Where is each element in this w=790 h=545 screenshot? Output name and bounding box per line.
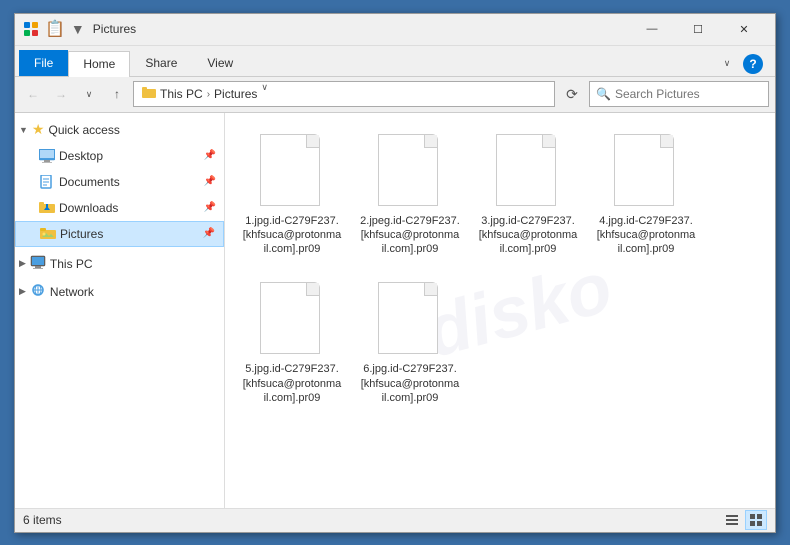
- file-page-3: [496, 134, 556, 206]
- search-input[interactable]: [615, 87, 762, 101]
- file-page-2: [378, 134, 438, 206]
- file-page-6: [378, 282, 438, 354]
- sidebar-item-documents[interactable]: Documents 📌: [15, 169, 224, 195]
- address-dropdown-button[interactable]: ∨: [77, 82, 101, 106]
- refresh-button[interactable]: ⟳: [559, 81, 585, 107]
- grid-view-button[interactable]: [745, 510, 767, 530]
- sidebar: ▼ ★ Quick access Desktop 📌: [15, 113, 225, 508]
- file-page-5: [260, 282, 320, 354]
- file-name-3: 3.jpg.id-C279F237.[khfsuca@protonmail.co…: [478, 214, 578, 257]
- window-icon: [23, 21, 39, 37]
- file-item-3[interactable]: 3.jpg.id-C279F237.[khfsuca@protonmail.co…: [473, 125, 583, 266]
- downloads-label: Downloads: [59, 201, 200, 215]
- quick-access-label: Quick access: [48, 123, 119, 137]
- path-icon: [142, 86, 156, 103]
- list-view-button[interactable]: [721, 510, 743, 530]
- up-button[interactable]: ↑: [105, 82, 129, 106]
- quick-access-star-icon: ★: [32, 121, 45, 138]
- close-button[interactable]: ✕: [721, 13, 767, 45]
- file-page-4: [614, 134, 674, 206]
- pictures-folder-icon: [40, 226, 56, 242]
- path-sep-1: ›: [207, 89, 210, 100]
- tab-home[interactable]: Home: [68, 51, 130, 77]
- address-path[interactable]: This PC › Pictures ∨: [133, 81, 555, 107]
- file-name-1: 1.jpg.id-C279F237.[khfsuca@protonmail.co…: [242, 214, 342, 257]
- view-controls: [721, 510, 767, 530]
- window-title: Pictures: [93, 22, 629, 36]
- desktop-label: Desktop: [59, 149, 200, 163]
- status-bar: 6 items: [15, 508, 775, 532]
- sidebar-item-pictures[interactable]: Pictures 📌: [15, 221, 224, 247]
- title-bar-icons: 📋 ▼: [23, 19, 85, 39]
- search-box[interactable]: 🔍: [589, 81, 769, 107]
- pictures-label: Pictures: [60, 227, 199, 241]
- file-name-5: 5.jpg.id-C279F237.[khfsuca@protonmail.co…: [242, 362, 342, 405]
- this-pc-label: This PC: [50, 257, 93, 271]
- item-count: 6 items: [23, 513, 62, 527]
- ribbon-tabs: File Home Share View ∨ ?: [15, 46, 775, 76]
- pictures-pin: 📌: [203, 228, 215, 239]
- title-bar-controls: — ☐ ✕: [629, 13, 767, 45]
- file-name-2: 2.jpeg.id-C279F237.[khfsuca@protonmail.c…: [360, 214, 460, 257]
- file-icon-6: [378, 282, 442, 358]
- sidebar-item-desktop[interactable]: Desktop 📌: [15, 143, 224, 169]
- this-pc-icon: [30, 255, 46, 272]
- file-item-5[interactable]: 5.jpg.id-C279F237.[khfsuca@protonmail.co…: [237, 273, 347, 414]
- file-icon-3: [496, 134, 560, 210]
- explorer-window: 📋 ▼ Pictures — ☐ ✕ File Home Share View …: [14, 13, 776, 533]
- minimize-button[interactable]: —: [629, 13, 675, 45]
- ribbon-expand-button[interactable]: ∨: [715, 52, 739, 76]
- tab-view[interactable]: View: [192, 50, 248, 76]
- file-name-4: 4.jpg.id-C279F237.[khfsuca@protonmail.co…: [596, 214, 696, 257]
- path-pictures[interactable]: Pictures: [214, 87, 257, 101]
- back-button[interactable]: ←: [21, 82, 45, 106]
- sidebar-item-downloads[interactable]: Downloads 📌: [15, 195, 224, 221]
- file-item-2[interactable]: 2.jpeg.id-C279F237.[khfsuca@protonmail.c…: [355, 125, 465, 266]
- title-bar: 📋 ▼ Pictures — ☐ ✕: [15, 14, 775, 46]
- forward-button[interactable]: →: [49, 82, 73, 106]
- tab-file[interactable]: File: [19, 50, 68, 76]
- desktop-pin: 📌: [204, 150, 216, 161]
- documents-icon: [39, 174, 55, 190]
- this-pc-header[interactable]: ▶ This PC: [15, 251, 224, 277]
- file-icon-2: [378, 134, 442, 210]
- file-item-6[interactable]: 6.jpg.id-C279F237.[khfsuca@protonmail.co…: [355, 273, 465, 414]
- quick-access-chevron: ▼: [19, 125, 28, 135]
- main-content: ▼ ★ Quick access Desktop 📌: [15, 113, 775, 508]
- network-header[interactable]: ▶ Network: [15, 279, 224, 305]
- address-bar: ← → ∨ ↑ This PC › Pictures ∨ ⟳ 🔍: [15, 77, 775, 113]
- documents-pin: 📌: [204, 176, 216, 187]
- file-icon-1: [260, 134, 324, 210]
- path-this-pc[interactable]: This PC: [160, 87, 203, 101]
- file-page-1: [260, 134, 320, 206]
- quick-access-header[interactable]: ▼ ★ Quick access: [15, 117, 224, 143]
- network-chevron: ▶: [19, 286, 26, 297]
- documents-label: Documents: [59, 175, 200, 189]
- network-label: Network: [50, 285, 94, 299]
- file-icon-4: [614, 134, 678, 210]
- maximize-button[interactable]: ☐: [675, 13, 721, 45]
- downloads-icon: [39, 200, 55, 216]
- search-icon: 🔍: [596, 87, 611, 101]
- ribbon-help-button[interactable]: ?: [743, 54, 763, 74]
- downloads-pin: 📌: [204, 202, 216, 213]
- this-pc-chevron: ▶: [19, 258, 26, 269]
- file-icon-5: [260, 282, 324, 358]
- ribbon: File Home Share View ∨ ?: [15, 46, 775, 77]
- tab-share[interactable]: Share: [130, 50, 192, 76]
- file-area: disko 1.jpg.id-C279F237.[khfsuca@protonm…: [225, 113, 775, 508]
- file-name-6: 6.jpg.id-C279F237.[khfsuca@protonmail.co…: [360, 362, 460, 405]
- quick-access-icon1: 📋: [45, 19, 65, 39]
- path-dropdown[interactable]: ∨: [261, 82, 277, 106]
- title-dropdown-arrow[interactable]: ▼: [71, 21, 85, 37]
- files-grid: 1.jpg.id-C279F237.[khfsuca@protonmail.co…: [237, 125, 763, 415]
- desktop-icon: [39, 148, 55, 164]
- file-item-1[interactable]: 1.jpg.id-C279F237.[khfsuca@protonmail.co…: [237, 125, 347, 266]
- file-item-4[interactable]: 4.jpg.id-C279F237.[khfsuca@protonmail.co…: [591, 125, 701, 266]
- network-icon: [30, 283, 46, 300]
